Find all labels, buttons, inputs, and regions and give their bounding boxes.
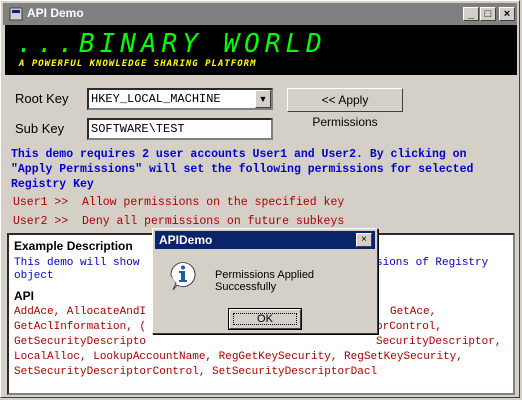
ok-button[interactable]: OK [228,308,302,330]
api-line-3-right: SecurityDescriptor, [376,336,502,348]
banner-tagline: A POWERFUL KNOWLEDGE SHARING PLATFORM [19,59,257,69]
desc-line-1-right: sions of Registry [376,257,489,269]
info-text: This demo requires 2 user accounts User1… [11,147,511,192]
sub-key-value: SOFTWARE\TEST [91,122,185,136]
message-dialog: APIDemo × Permissions Applied Successful… [152,228,378,334]
banner-title: ...BINARY WORLD [17,29,327,59]
information-icon [170,262,196,291]
root-key-combobox[interactable]: HKEY_LOCAL_MACHINE ▼ [87,88,273,110]
api-heading: API [14,289,35,303]
api-line-1-right: GetAce, [390,306,437,318]
focus-rectangle [233,313,297,325]
close-button[interactable]: × [499,7,515,21]
info-line-1: This demo requires 2 user accounts User1… [11,148,467,161]
root-key-label: Root Key [15,91,69,106]
user2-permission: User2 >> Deny all permissions on future … [13,215,345,228]
api-line-1-left: AddAce, AllocateAndI [14,306,147,318]
main-window: API Demo _ □ × ...BINARY WORLD A POWERFU… [0,0,520,398]
chevron-down-icon[interactable]: ▼ [255,90,271,108]
api-line-3-left: GetSecurityDescripto [14,336,147,348]
desc-line-1-left: This demo will show [14,257,140,269]
info-line-2: "Apply Permissions" will set the followi… [11,163,474,176]
brand-banner: ...BINARY WORLD A POWERFUL KNOWLEDGE SHA… [5,25,517,75]
api-line-2-left: GetAclInformation, ( [14,321,147,333]
user1-permission: User1 >> Allow permissions on the specif… [13,196,345,209]
sub-key-label: Sub Key [15,121,65,136]
dialog-title: APIDemo [159,233,213,247]
info-line-3: Registry Key [11,178,94,191]
api-line-2-right: orControl, [376,321,443,333]
sub-key-input[interactable]: SOFTWARE\TEST [87,118,273,140]
root-key-value: HKEY_LOCAL_MACHINE [91,92,221,106]
dialog-title-bar[interactable]: APIDemo × [155,231,375,249]
window-title: API Demo [27,6,84,20]
api-line-4: LocalAlloc, LookupAccountName, RegGetKey… [14,351,463,363]
app-icon [9,7,23,21]
apply-permissions-button[interactable]: << Apply Permissions [287,88,403,129]
minimize-button[interactable]: _ [463,7,479,21]
title-bar[interactable]: API Demo _ □ × [3,3,517,25]
example-description-heading: Example Description [14,239,133,253]
maximize-button[interactable]: □ [480,7,496,21]
api-line-5: SetSecurityDescriptorControl, SetSecurit… [14,366,378,378]
dialog-close-button[interactable]: × [356,233,372,247]
dialog-message: Permissions Applied Successfully [215,269,315,293]
